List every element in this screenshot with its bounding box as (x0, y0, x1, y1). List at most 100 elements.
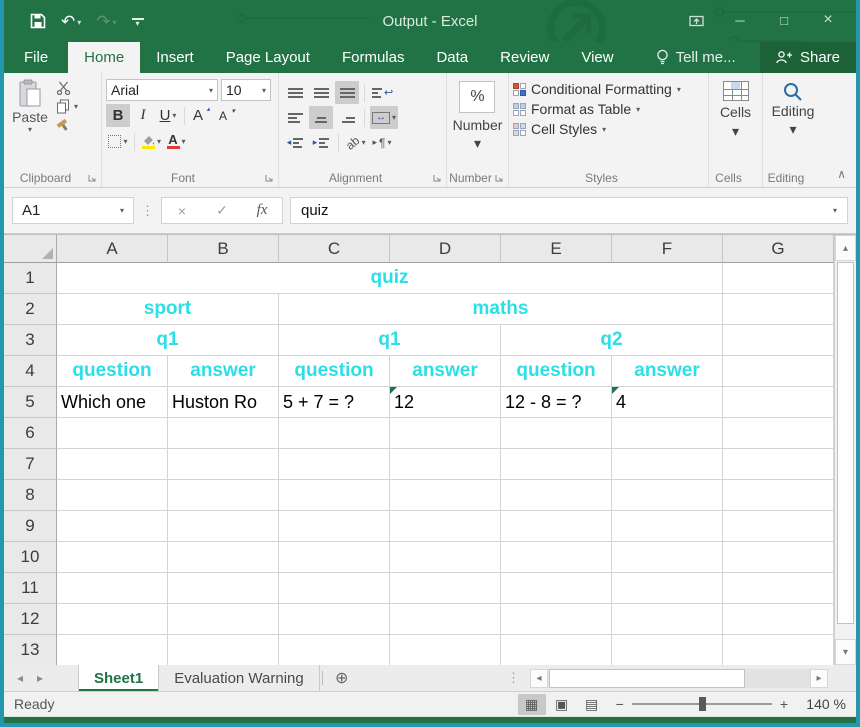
zoom-slider[interactable]: − + (616, 696, 788, 712)
ribbon-tab-data[interactable]: Data (420, 42, 484, 73)
cancel-icon[interactable]: × (162, 203, 202, 219)
ribbon-tab-view[interactable]: View (565, 42, 629, 73)
zoom-thumb[interactable] (699, 697, 706, 711)
normal-view-icon[interactable]: ▦ (518, 694, 546, 715)
formula-bar-resize-handle[interactable]: ⋮ (141, 203, 154, 219)
horizontal-scroll-track[interactable] (548, 669, 810, 688)
cell[interactable]: question (57, 356, 168, 387)
name-box[interactable]: A1▾ (12, 197, 134, 224)
sheet-tab-evaluation-warning[interactable]: Evaluation Warning (159, 665, 320, 691)
percent-style-button[interactable]: % (459, 81, 495, 113)
row-header-2[interactable]: 2 (4, 294, 57, 325)
cell[interactable] (390, 604, 501, 635)
vertical-scroll-thumb[interactable] (837, 262, 854, 624)
editing-label[interactable]: Editing (772, 103, 815, 119)
cell[interactable] (279, 449, 390, 480)
cell[interactable] (612, 449, 723, 480)
cell[interactable] (612, 480, 723, 511)
cell[interactable] (501, 604, 612, 635)
cell[interactable] (57, 449, 168, 480)
cell[interactable] (279, 573, 390, 604)
row-header-13[interactable]: 13 (4, 635, 57, 665)
cell[interactable] (723, 356, 834, 387)
row-header-12[interactable]: 12 (4, 604, 57, 635)
cell[interactable] (501, 511, 612, 542)
cell[interactable] (723, 449, 834, 480)
cell[interactable] (501, 635, 612, 665)
zoom-in-icon[interactable]: + (780, 696, 788, 712)
italic-button[interactable]: I (131, 104, 155, 127)
insert-function-icon[interactable]: fx (242, 202, 282, 219)
align-left-button[interactable] (283, 106, 307, 129)
tab-split-handle[interactable]: ⋮ (507, 670, 520, 686)
vertical-scrollbar[interactable]: ▴ ▾ (834, 235, 856, 665)
scroll-up-icon[interactable]: ▴ (835, 235, 856, 261)
cell[interactable] (501, 573, 612, 604)
cell[interactable] (723, 480, 834, 511)
column-header-B[interactable]: B (168, 235, 279, 263)
cell[interactable] (57, 418, 168, 449)
cell[interactable] (57, 511, 168, 542)
cell[interactable]: question (279, 356, 390, 387)
borders-button[interactable]: ▾ (106, 130, 130, 153)
row-header-9[interactable]: 9 (4, 511, 57, 542)
cell[interactable] (57, 604, 168, 635)
row-header-5[interactable]: 5 (4, 387, 57, 418)
cell[interactable] (612, 604, 723, 635)
cells-label[interactable]: Cells (720, 104, 751, 120)
ribbon-tab-file[interactable]: File (4, 42, 68, 73)
cell[interactable] (57, 635, 168, 665)
cell[interactable] (723, 325, 834, 356)
fill-color-dropdown-icon[interactable]: ▾ (157, 137, 161, 146)
merge-center-button[interactable]: ↔▾ (370, 106, 398, 129)
row-header-11[interactable]: 11 (4, 573, 57, 604)
cell[interactable] (168, 449, 279, 480)
center-button[interactable] (309, 106, 333, 129)
cell[interactable]: 4 (612, 387, 723, 418)
column-header-E[interactable]: E (501, 235, 612, 263)
scroll-left-icon[interactable]: ◂ (530, 669, 548, 688)
cell[interactable] (168, 604, 279, 635)
zoom-level[interactable]: 140 % (798, 696, 846, 712)
cell[interactable] (168, 480, 279, 511)
cell-styles-button[interactable]: Cell Styles ▾ (513, 121, 704, 137)
cell[interactable] (279, 542, 390, 573)
font-color-button[interactable]: A▾ (164, 130, 188, 153)
scroll-down-icon[interactable]: ▾ (835, 639, 856, 665)
orientation-button[interactable]: ab▾ (344, 131, 368, 154)
ribbon-tab-review[interactable]: Review (484, 42, 565, 73)
column-header-F[interactable]: F (612, 235, 723, 263)
formula-input[interactable]: quiz▾ (290, 197, 848, 224)
formula-expand-icon[interactable]: ▾ (833, 206, 837, 215)
cell[interactable] (723, 604, 834, 635)
cell[interactable]: Which one (57, 387, 168, 418)
scroll-right-icon[interactable]: ▸ (810, 669, 828, 688)
clipboard-dialog-launcher-icon[interactable] (87, 173, 97, 183)
cell[interactable] (501, 449, 612, 480)
cell[interactable] (390, 449, 501, 480)
cell[interactable]: quiz (57, 263, 723, 294)
cell[interactable] (612, 635, 723, 665)
editing-dropdown-icon[interactable]: ▾ (789, 121, 796, 138)
cell[interactable] (612, 418, 723, 449)
cell[interactable]: question (501, 356, 612, 387)
cell[interactable]: answer (390, 356, 501, 387)
cell[interactable] (612, 573, 723, 604)
horizontal-scrollbar[interactable]: ⋮ ◂ ▸ (507, 665, 828, 691)
cell[interactable]: 12 - 8 = ? (501, 387, 612, 418)
row-header-7[interactable]: 7 (4, 449, 57, 480)
cell[interactable] (279, 604, 390, 635)
cell[interactable] (390, 480, 501, 511)
cell[interactable] (390, 542, 501, 573)
middle-align-button[interactable] (309, 81, 333, 104)
tell-me-box[interactable]: Tell me... (656, 42, 736, 73)
cell[interactable]: answer (168, 356, 279, 387)
cell[interactable] (723, 263, 834, 294)
row-header-8[interactable]: 8 (4, 480, 57, 511)
page-break-view-icon[interactable]: ▤ (578, 694, 606, 715)
row-header-6[interactable]: 6 (4, 418, 57, 449)
cell[interactable]: 5 + 7 = ? (279, 387, 390, 418)
decrease-indent-button[interactable]: ◂ (283, 131, 307, 154)
cell[interactable] (390, 511, 501, 542)
sheet-nav-left-icon[interactable]: ◂ (10, 665, 30, 691)
